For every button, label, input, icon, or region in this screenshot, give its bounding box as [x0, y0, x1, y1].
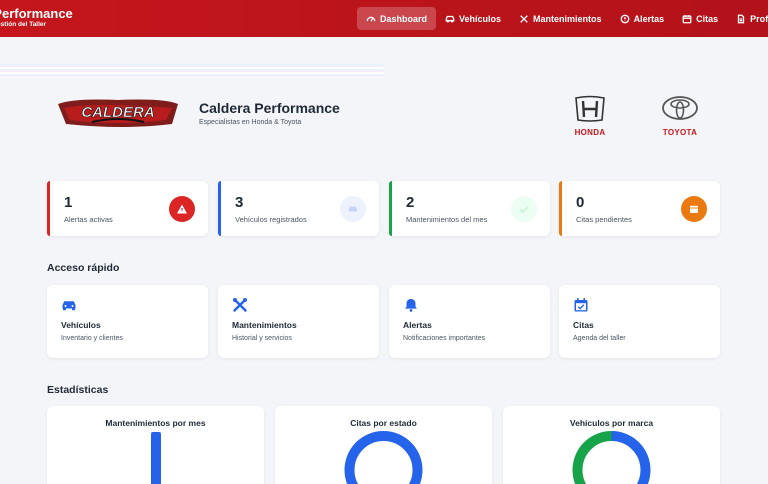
stat-accent	[559, 181, 562, 236]
tools-icon	[520, 14, 528, 23]
calendar-icon	[682, 14, 692, 23]
document-icon	[737, 14, 745, 23]
nav-vehiculos[interactable]: Vehículos	[436, 7, 510, 30]
top-navbar: Caldera Performance Gestión del Taller D…	[0, 0, 768, 37]
check-icon	[511, 196, 537, 222]
nav-proformas[interactable]: Proformas	[727, 7, 768, 30]
stat-accent	[218, 181, 221, 236]
nav-alertas[interactable]: Alertas	[611, 7, 674, 30]
navbar-brand[interactable]: Caldera Performance Gestión del Taller	[0, 7, 73, 29]
quick-access-citas[interactable]: Citas Agenda del taller	[559, 285, 720, 358]
caldera-logo: CALDERA	[58, 99, 178, 127]
honda-wordmark: HONDA	[574, 128, 606, 137]
stat-value: 1	[64, 194, 73, 211]
stat-label: Alertas activas	[64, 215, 113, 224]
stat-value: 0	[576, 194, 585, 211]
stat-card-citas[interactable]: 0 Citas pendientes	[559, 181, 720, 236]
brand-title: Caldera Performance	[0, 6, 73, 21]
render-artifact-strip	[0, 64, 384, 78]
alert-circle-icon	[620, 14, 629, 23]
nav-citas[interactable]: Citas	[673, 7, 727, 30]
quick-access-label: Vehículos	[61, 320, 101, 330]
nav-alertas-label: Alertas	[633, 13, 665, 24]
quick-access-vehiculos[interactable]: Vehículos Inventario y clientes	[47, 285, 208, 358]
hero-title: Caldera Performance	[199, 100, 340, 116]
calendar-check-icon	[574, 298, 588, 312]
doughnut-chart	[344, 431, 423, 484]
car-icon	[62, 301, 76, 311]
quick-access-desc: Notificaciones importantes	[403, 335, 486, 342]
nav-dashboard-label: Dashboard	[380, 13, 428, 24]
calendar-icon	[681, 196, 707, 222]
stat-label: Mantenimientos del mes	[406, 215, 488, 224]
nav-dashboard[interactable]: Dashboard	[357, 7, 437, 30]
quick-access-label: Mantenimientos	[232, 320, 297, 330]
tools-icon	[233, 298, 247, 312]
car-icon	[445, 15, 455, 22]
quick-access-label: Alertas	[403, 320, 432, 330]
bell-icon	[405, 299, 417, 312]
chart-card-appointments: Citas por estado	[275, 406, 492, 484]
statistics-title: Estadísticas	[47, 384, 109, 396]
chart-slice	[611, 431, 651, 484]
brand-subtitle: Gestión del Taller	[0, 21, 47, 28]
honda-h-icon	[575, 95, 605, 122]
chart-bar	[151, 432, 161, 484]
chart-card-brands: Vehículos por marca	[503, 406, 720, 484]
toyota-wordmark: TOYOTA	[662, 128, 698, 137]
quick-access-mantenimientos[interactable]: Mantenimientos Historial y servicios	[218, 285, 379, 358]
stat-card-alertas[interactable]: 1 Alertas activas	[47, 181, 208, 236]
chart-slice	[344, 431, 423, 484]
nav-proformas-label: Proformas	[750, 13, 768, 24]
bar-chart	[151, 432, 161, 484]
toyota-logo: TOYOTA	[658, 95, 702, 137]
quick-access-title: Acceso rápido	[47, 262, 120, 274]
stat-value: 3	[235, 194, 244, 211]
quick-access-desc: Historial y servicios	[232, 335, 292, 342]
stat-value: 2	[406, 194, 415, 211]
stat-card-mantenimientos[interactable]: 2 Mantenimientos del mes	[389, 181, 550, 236]
nav-mantenimientos-label: Mantenimientos	[533, 13, 602, 24]
stat-accent	[389, 181, 392, 236]
gauge-icon	[366, 16, 376, 21]
quick-access-label: Citas	[573, 320, 594, 330]
nav-mantenimientos[interactable]: Mantenimientos	[510, 7, 611, 30]
chart-card-maintenance: Mantenimientos por mes	[47, 406, 264, 484]
quick-access-desc: Inventario y clientes	[61, 335, 123, 342]
nav-citas-label: Citas	[696, 13, 719, 24]
stat-accent	[47, 181, 50, 236]
toyota-ellipses-icon	[662, 96, 698, 120]
main-nav: Dashboard Vehículos Mantenimientos Alert…	[357, 7, 768, 30]
quick-access-desc: Agenda del taller	[573, 335, 626, 342]
nav-vehiculos-label: Vehículos	[459, 13, 502, 24]
stat-label: Citas pendientes	[576, 215, 632, 224]
stat-label: Vehículos registrados	[235, 215, 307, 224]
chart-slice	[572, 431, 612, 484]
honda-logo: HONDA	[569, 95, 611, 137]
doughnut-chart	[572, 431, 651, 484]
stat-card-vehiculos[interactable]: 3 Vehículos registrados	[218, 181, 379, 236]
hero-subtitle: Especialistas en Honda & Toyota	[199, 119, 302, 126]
warning-icon	[169, 196, 195, 222]
car-icon	[340, 196, 366, 222]
quick-access-alertas[interactable]: Alertas Notificaciones importantes	[389, 285, 550, 358]
